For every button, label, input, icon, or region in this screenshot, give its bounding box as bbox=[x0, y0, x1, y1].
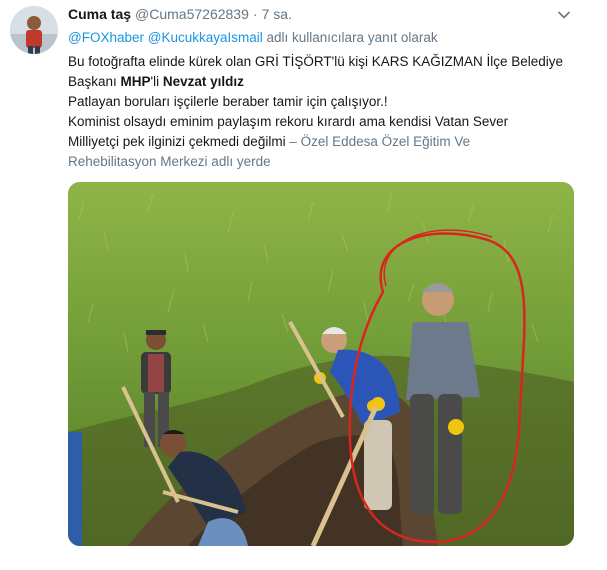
tweet-header: Cuma taş @Cuma57262839 · 7 sa. bbox=[68, 5, 292, 23]
tweet-menu-button[interactable] bbox=[556, 7, 572, 23]
location-link[interactable]: – Özel Eddesa Özel Eğitim Ve bbox=[289, 134, 470, 149]
tweet-photo[interactable] bbox=[68, 182, 574, 546]
tweet-text-line-6: Rehebilitasyon Merkezi adlı yerde bbox=[68, 152, 588, 172]
tweet-text-line-3: Patlayan boruları işçilerle beraber tami… bbox=[68, 94, 388, 109]
tweet: Cuma taş @Cuma57262839 · 7 sa. @FOXhaber @K… bbox=[0, 0, 607, 570]
bold-name: Nevzat yıldız bbox=[162, 74, 244, 89]
photo-illustration bbox=[68, 182, 574, 546]
tweet-text: Bu fotoğrafta elinde kürek olan GRİ TİŞÖ… bbox=[68, 52, 588, 172]
text-segment: 'li bbox=[150, 74, 163, 89]
reply-context: @FOXhaber @KucukkayaIsmail adlı kullanıc… bbox=[68, 29, 438, 47]
mention-foxhaber[interactable]: @FOXhaber bbox=[68, 30, 144, 45]
worker-edge bbox=[68, 432, 82, 546]
separator-dot: · bbox=[252, 6, 258, 22]
avatar-photo bbox=[10, 6, 58, 54]
tweet-text-line-1: Bu fotoğrafta elinde kürek olan GRİ TİŞÖ… bbox=[68, 54, 564, 69]
location-link-cont[interactable]: Rehebilitasyon Merkezi adlı yerde bbox=[68, 154, 271, 169]
tweet-text-line-2: Başkanı MHP'li Nevzat yıldız bbox=[68, 72, 588, 92]
mention-kucukkayaismail[interactable]: @KucukkayaIsmail bbox=[148, 30, 263, 45]
chevron-down-icon bbox=[558, 11, 570, 19]
display-name[interactable]: Cuma taş bbox=[68, 6, 131, 22]
tweet-text-line-5: Milliyetçi pek ilginizi çekmedi değilmi … bbox=[68, 132, 588, 152]
bold-party: MHP bbox=[120, 74, 151, 89]
avatar[interactable] bbox=[10, 6, 58, 54]
text-segment: Milliyetçi pek ilginizi çekmedi değilmi bbox=[68, 134, 290, 149]
user-handle[interactable]: @Cuma57262839 bbox=[135, 6, 249, 22]
text-segment: Başkanı bbox=[68, 74, 121, 89]
tweet-text-line-4: Kominist olsaydı eminim paylaşım rekoru … bbox=[68, 114, 509, 129]
timestamp[interactable]: 7 sa. bbox=[262, 6, 292, 22]
reply-suffix: adlı kullanıcılara yanıt olarak bbox=[266, 30, 438, 45]
